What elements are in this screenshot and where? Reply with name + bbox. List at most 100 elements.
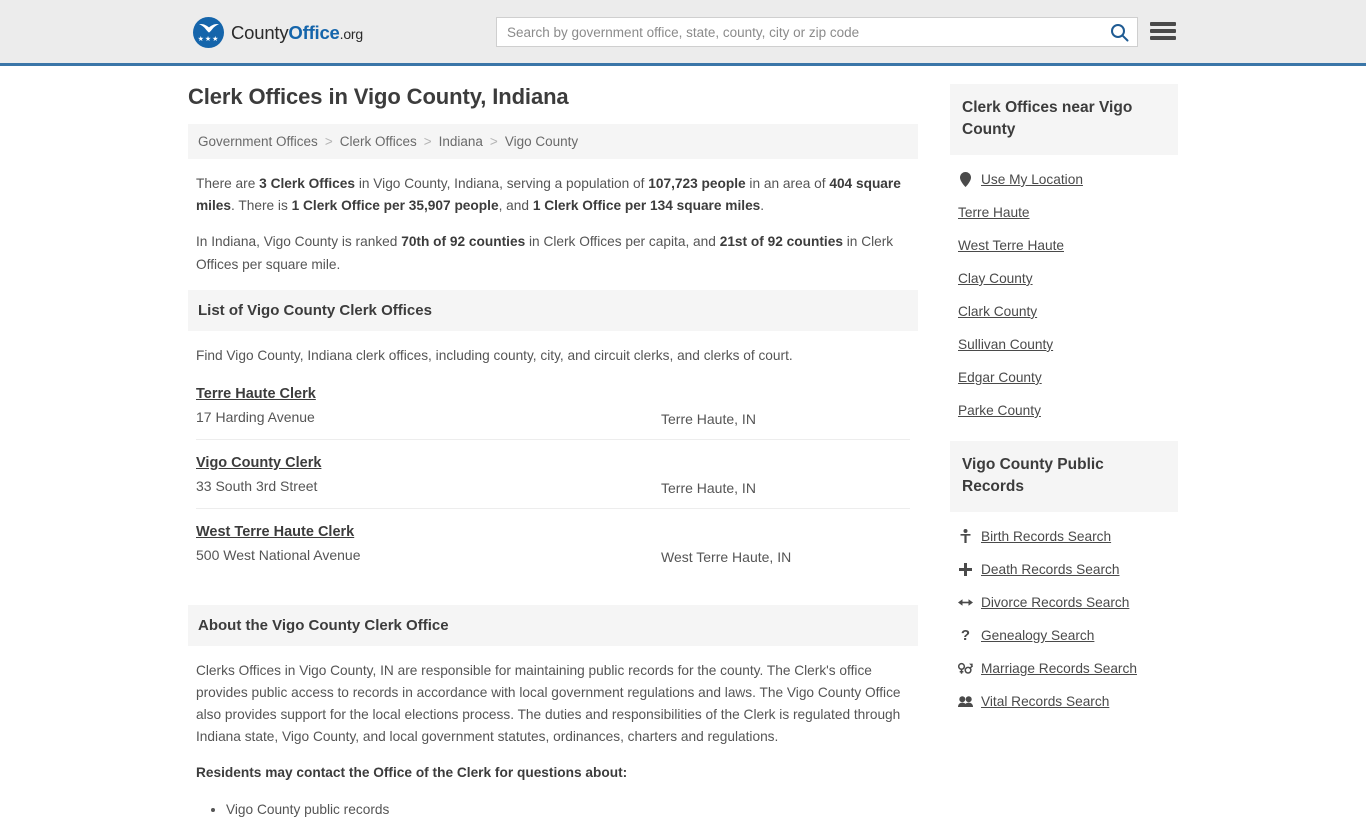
breadcrumb-item-vigo-county[interactable]: Vigo County <box>505 134 578 149</box>
sidebar-link-label[interactable]: Marriage Records Search <box>981 661 1137 676</box>
site-logo[interactable]: ★★★ CountyOffice.org <box>193 17 363 48</box>
about-section-body: Clerks Offices in Vigo County, IN are re… <box>188 646 918 821</box>
stat-per-people: 1 Clerk Office per 35,907 people <box>291 198 499 214</box>
breadcrumb-separator: > <box>423 134 432 149</box>
search-icon <box>1110 23 1128 41</box>
stat-text: In Indiana, Vigo County is ranked <box>196 234 402 250</box>
public-records-links: Birth Records Search Death Records Searc… <box>950 512 1178 722</box>
question-mark-icon: ? <box>960 626 971 644</box>
clerk-office-list: Terre Haute Clerk 17 Harding Avenue Terr… <box>188 371 918 577</box>
page-title: Clerk Offices in Vigo County, Indiana <box>188 84 569 109</box>
sidebar-item-use-my-location[interactable]: Use My Location <box>958 163 1178 196</box>
stat-per-square-miles: 1 Clerk Office per 134 square miles <box>532 198 761 214</box>
sidebar-item-marriage-records-search[interactable]: Marriage Records Search <box>958 652 1178 685</box>
main-content: Clerk Offices in Vigo County, Indiana Go… <box>188 84 918 825</box>
sidebar-item-edgar-county[interactable]: Edgar County <box>958 361 1178 394</box>
sidebar-item-death-records-search[interactable]: Death Records Search <box>958 553 1178 586</box>
eagle-shield-logo-icon: ★★★ <box>193 17 224 48</box>
page-body: Clerk Offices in Vigo County, Indiana Go… <box>0 66 1366 825</box>
breadcrumb-item-government-offices[interactable]: Government Offices <box>198 134 318 149</box>
list-item: West Terre Haute Clerk 500 West National… <box>196 509 910 577</box>
hamburger-menu-icon[interactable] <box>1150 20 1176 42</box>
office-city-state: Terre Haute, IN <box>661 410 756 427</box>
logo-text-org: .org <box>339 25 364 42</box>
sidebar-link-label[interactable]: Genealogy Search <box>981 628 1094 643</box>
logo-text-county: County <box>231 21 289 43</box>
nearby-offices-panel: Clerk Offices near Vigo County Use My Lo… <box>950 84 1178 431</box>
statistics-paragraph-rank: In Indiana, Vigo County is ranked 70th o… <box>196 231 910 275</box>
sidebar-item-divorce-records-search[interactable]: Divorce Records Search <box>958 586 1178 619</box>
map-pin-icon <box>958 171 973 187</box>
sidebar-item-terre-haute[interactable]: Terre Haute <box>958 196 1178 229</box>
stat-text: , and <box>498 198 533 214</box>
sidebar-link-label[interactable]: Clark County <box>958 304 1037 319</box>
stat-population: 107,723 people <box>648 176 746 191</box>
office-details: Vigo County Clerk 33 South 3rd Street <box>196 454 661 494</box>
stat-rank-per-square-mile: 21st of 92 counties <box>719 234 843 250</box>
sidebar-link-label[interactable]: Parke County <box>958 403 1041 418</box>
breadcrumb: Government Offices > Clerk Offices > Ind… <box>188 124 918 159</box>
sidebar-link-label[interactable]: Vital Records Search <box>981 694 1109 709</box>
office-name-link[interactable]: Vigo County Clerk <box>196 455 321 471</box>
sidebar-item-sullivan-county[interactable]: Sullivan County <box>958 328 1178 361</box>
office-city-state: Terre Haute, IN <box>661 479 756 496</box>
breadcrumb-item-indiana[interactable]: Indiana <box>439 134 483 149</box>
stat-clerk-office-count: 3 Clerk Offices <box>259 176 356 191</box>
stat-text: in Vigo County, Indiana, serving a popul… <box>355 176 649 191</box>
about-paragraph: Clerks Offices in Vigo County, IN are re… <box>196 662 901 745</box>
nearby-offices-links: Use My Location Terre Haute West Terre H… <box>950 155 1178 431</box>
office-name-link[interactable]: West Terre Haute Clerk <box>196 524 354 540</box>
stat-text: in an area of <box>745 176 830 191</box>
list-item: Vigo County Clerk 33 South 3rd Street Te… <box>196 440 910 509</box>
office-details: Terre Haute Clerk 17 Harding Avenue <box>196 385 661 425</box>
logo-stars: ★★★ <box>197 36 220 43</box>
office-details: West Terre Haute Clerk 500 West National… <box>196 523 661 563</box>
sidebar-item-birth-records-search[interactable]: Birth Records Search <box>958 520 1178 553</box>
sidebar-item-west-terre-haute[interactable]: West Terre Haute <box>958 229 1178 262</box>
sidebar-link-label[interactable]: Use My Location <box>981 172 1083 187</box>
sidebar-item-parke-county[interactable]: Parke County <box>958 394 1178 427</box>
sidebar-link-label[interactable]: Terre Haute <box>958 205 1030 220</box>
sidebar-link-label[interactable]: Clay County <box>958 271 1033 286</box>
search-button[interactable] <box>1101 18 1137 46</box>
sidebar-item-vital-records-search[interactable]: Vital Records Search <box>958 685 1178 718</box>
sidebar-link-label[interactable]: Death Records Search <box>981 562 1119 577</box>
sidebar: Clerk Offices near Vigo County Use My Lo… <box>950 84 1178 728</box>
search-input[interactable] <box>497 18 1101 46</box>
sidebar-item-genealogy-search[interactable]: ? Genealogy Search <box>958 619 1178 652</box>
public-records-panel: Vigo County Public Records Birth Records… <box>950 440 1178 722</box>
sidebar-link-label[interactable]: Divorce Records Search <box>981 595 1129 610</box>
list-section-heading: List of Vigo County Clerk Offices <box>188 289 918 331</box>
sidebar-item-clark-county[interactable]: Clark County <box>958 295 1178 328</box>
sidebar-link-label[interactable]: Edgar County <box>958 370 1042 385</box>
office-address: 17 Harding Avenue <box>196 408 315 425</box>
breadcrumb-separator: > <box>324 134 333 149</box>
list-item: Terre Haute Clerk 17 Harding Avenue Terr… <box>196 371 910 440</box>
hamburger-bar <box>1150 22 1176 26</box>
sidebar-link-label[interactable]: Birth Records Search <box>981 529 1111 544</box>
office-address: 500 West National Avenue <box>196 546 361 563</box>
about-subheading: Residents may contact the Office of the … <box>196 765 628 781</box>
logo-wordmark: CountyOffice.org <box>231 22 363 44</box>
office-name-link[interactable]: Terre Haute Clerk <box>196 386 316 402</box>
people-icon <box>958 696 973 707</box>
site-header: ★★★ CountyOffice.org <box>0 0 1366 66</box>
cross-icon <box>958 562 973 576</box>
baby-icon <box>958 529 973 544</box>
sidebar-link-label[interactable]: West Terre Haute <box>958 238 1064 253</box>
nearby-offices-heading: Clerk Offices near Vigo County <box>950 84 1178 155</box>
search-bar[interactable] <box>496 17 1138 47</box>
county-statistics: There are 3 Clerk Offices in Vigo County… <box>188 159 918 276</box>
sidebar-link-label[interactable]: Sullivan County <box>958 337 1053 352</box>
breadcrumb-item-clerk-offices[interactable]: Clerk Offices <box>340 134 417 149</box>
stat-text: . <box>760 198 765 214</box>
statistics-paragraph-counts: There are 3 Clerk Offices in Vigo County… <box>196 173 910 217</box>
sidebar-item-clay-county[interactable]: Clay County <box>958 262 1178 295</box>
office-city-state: West Terre Haute, IN <box>661 548 792 565</box>
stat-text: in Clerk Offices per capita, and <box>525 234 720 250</box>
hamburger-bar <box>1150 29 1176 33</box>
logo-text-office: Office <box>288 21 340 43</box>
hamburger-bar <box>1150 36 1176 40</box>
list-section-intro: Find Vigo County, Indiana clerk offices,… <box>196 347 793 363</box>
about-section-heading: About the Vigo County Clerk Office <box>188 604 918 646</box>
